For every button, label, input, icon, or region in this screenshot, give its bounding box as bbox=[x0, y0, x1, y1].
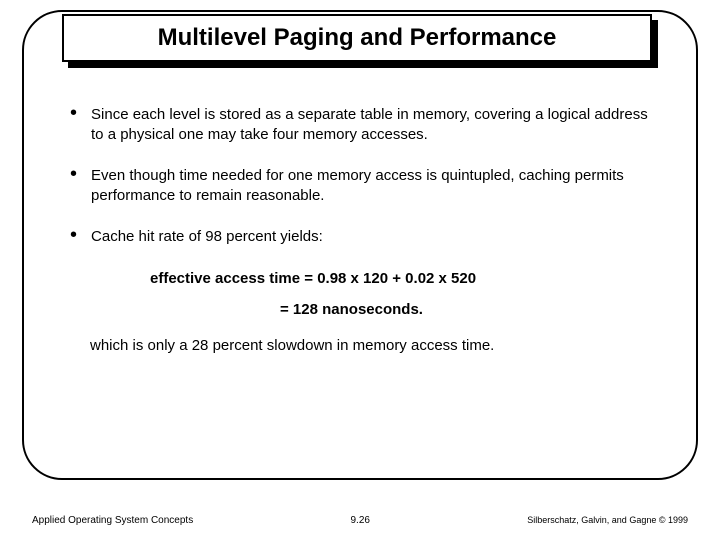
bullet-text: Cache hit rate of 98 percent yields: bbox=[91, 227, 323, 247]
bullet-item: • Even though time needed for one memory… bbox=[70, 166, 660, 205]
bullet-icon: • bbox=[70, 105, 77, 144]
slide-title: Multilevel Paging and Performance bbox=[158, 24, 557, 52]
bullet-item: • Since each level is stored as a separa… bbox=[70, 105, 660, 144]
slide-content: • Since each level is stored as a separa… bbox=[70, 105, 660, 355]
closing-text: which is only a 28 percent slowdown in m… bbox=[90, 336, 660, 356]
bullet-text: Even though time needed for one memory a… bbox=[91, 166, 660, 205]
bullet-item: • Cache hit rate of 98 percent yields: bbox=[70, 227, 660, 247]
calculation-block: effective access time = 0.98 x 120 + 0.0… bbox=[150, 269, 660, 320]
bullet-icon: • bbox=[70, 227, 77, 247]
bullet-icon: • bbox=[70, 166, 77, 205]
title-box: Multilevel Paging and Performance bbox=[62, 14, 652, 62]
footer: Applied Operating System Concepts 9.26 S… bbox=[0, 515, 720, 526]
footer-left: Applied Operating System Concepts bbox=[32, 515, 193, 526]
calc-line-2: = 128 nanoseconds. bbox=[280, 300, 660, 320]
footer-right: Silberschatz, Galvin, and Gagne © 1999 bbox=[527, 515, 688, 526]
footer-center: 9.26 bbox=[351, 515, 370, 526]
bullet-text: Since each level is stored as a separate… bbox=[91, 105, 660, 144]
calc-line-1: effective access time = 0.98 x 120 + 0.0… bbox=[150, 269, 660, 289]
